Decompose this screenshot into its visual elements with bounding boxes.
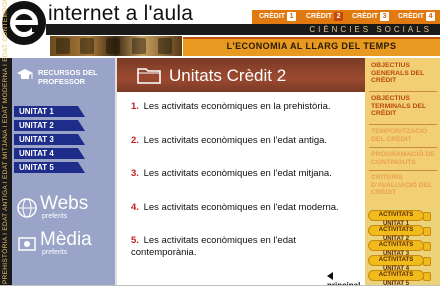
activity-item-2[interactable]: 2. Les activitats econòmiques en l'edat … bbox=[131, 135, 351, 147]
credit-tab-2[interactable]: CRÈDIT 2 bbox=[306, 11, 344, 23]
link-general-objectives[interactable]: OBJECTIUS GENERALS DEL CRÈDIT bbox=[371, 62, 437, 85]
era-strip: PREHISTÒRIA I EDAT ANTIGA I EDAT MITJANA… bbox=[0, 0, 12, 285]
main-panel: Unitats Crèdit 2 1. Les activitats econò… bbox=[115, 58, 367, 290]
era-strip-label: PREHISTÒRIA I EDAT ANTIGA I EDAT MITJANA… bbox=[2, 0, 9, 284]
header: internet a l'aula CRÈDIT 1 CRÈDIT 2 CRÈDIT… bbox=[0, 0, 440, 58]
media-favorites-link[interactable]: Mèdia preferits bbox=[16, 230, 114, 260]
sidebar-unit-2[interactable]: UNITAT 2 bbox=[14, 120, 85, 131]
webs-title: Webs bbox=[40, 193, 89, 214]
sidebar-unit-5[interactable]: UNITAT 5 bbox=[14, 162, 85, 173]
link-assessment-criteria[interactable]: CRITERIS D'AVALUACIÓ DEL CRÈDIT bbox=[371, 174, 437, 197]
sidebar-unit-3[interactable]: UNITAT 3 bbox=[14, 134, 85, 145]
topic-banner: L'ECONOMIA AL LLARG DEL TEMPS bbox=[183, 37, 440, 56]
page-title: Unitats Crèdit 2 bbox=[169, 66, 287, 85]
link-timing[interactable]: TEMPORITZACIÓ DEL CRÈDIT bbox=[371, 128, 437, 143]
credit-tab-1[interactable]: CRÈDIT 1 bbox=[259, 11, 297, 23]
activities-unit-1-button[interactable]: ACTIVITATS UNITAT 1 bbox=[368, 210, 431, 227]
subtitle-bar: CIÈNCIES SOCIALS bbox=[46, 24, 440, 35]
credit-tab-4[interactable]: CRÈDIT 4 bbox=[398, 11, 436, 23]
right-panel: OBJECTIUS GENERALS DEL CRÈDIT OBJECTIUS … bbox=[365, 58, 440, 287]
credit-tab-3[interactable]: CRÈDIT 3 bbox=[352, 11, 390, 23]
graduation-cap-icon bbox=[17, 69, 33, 79]
activity-item-5[interactable]: 5. Les activitats econòmiques en l'edat … bbox=[131, 235, 351, 259]
activities-unit-5-button[interactable]: ACTIVITATS UNITAT 5 bbox=[368, 270, 431, 287]
credit-info-links: OBJECTIUS GENERALS DEL CRÈDIT OBJECTIUS … bbox=[365, 58, 440, 208]
history-collage-image bbox=[50, 36, 182, 56]
webs-favorites-link[interactable]: Webs preferits bbox=[16, 194, 114, 224]
link-terminal-objectives[interactable]: OBJECTIUS TERMINALS DEL CRÈDIT bbox=[371, 95, 437, 118]
divider bbox=[369, 147, 437, 148]
activity-item-1[interactable]: 1. Les activitats econòmiques en la preh… bbox=[131, 101, 351, 113]
link-content-programming[interactable]: PROGRAMACIÓ DE CONTINGUTS bbox=[371, 151, 437, 166]
folder-icon bbox=[137, 68, 161, 84]
divider bbox=[369, 91, 437, 92]
back-arrow-icon bbox=[327, 272, 333, 280]
activities-unit-4-button[interactable]: ACTIVITATS UNITAT 4 bbox=[368, 255, 431, 272]
globe-icon bbox=[17, 198, 37, 218]
activities-unit-3-button[interactable]: ACTIVITATS UNITAT 3 bbox=[368, 240, 431, 257]
topic-title: L'ECONOMIA AL LLARG DEL TEMPS bbox=[226, 41, 397, 51]
webs-subtitle: preferits bbox=[42, 213, 68, 220]
media-icon bbox=[18, 237, 36, 251]
sidebar-unit-4[interactable]: UNITAT 4 bbox=[14, 148, 85, 159]
main-header: Unitats Crèdit 2 bbox=[117, 58, 367, 92]
sidebar-unit-1[interactable]: UNITAT 1 bbox=[14, 106, 85, 117]
media-title: Mèdia bbox=[40, 229, 92, 250]
footer bbox=[0, 285, 440, 297]
activity-item-3[interactable]: 3. Les activitats econòmiques en l'edat … bbox=[131, 168, 351, 180]
activities-unit-2-button[interactable]: ACTIVITATS UNITAT 2 bbox=[368, 225, 431, 242]
teacher-resources-label: RECURSOS DEL PROFESSOR bbox=[38, 68, 98, 86]
teacher-resources-link[interactable]: RECURSOS DEL PROFESSOR bbox=[16, 66, 112, 92]
site-title: internet a l'aula bbox=[48, 2, 194, 25]
divider bbox=[369, 124, 437, 125]
credit-tabs: CRÈDIT 1 CRÈDIT 2 CRÈDIT 3 CRÈDIT 4 bbox=[252, 10, 440, 24]
divider bbox=[369, 170, 437, 171]
section-subtitle: CIÈNCIES SOCIALS bbox=[309, 25, 432, 34]
media-subtitle: preferits bbox=[42, 249, 68, 256]
sidebar: RECURSOS DEL PROFESSOR UNITAT 1 UNITAT 2… bbox=[12, 58, 115, 285]
activity-item-4[interactable]: 4. Les activitats econòmiques en l'edat … bbox=[131, 202, 351, 214]
